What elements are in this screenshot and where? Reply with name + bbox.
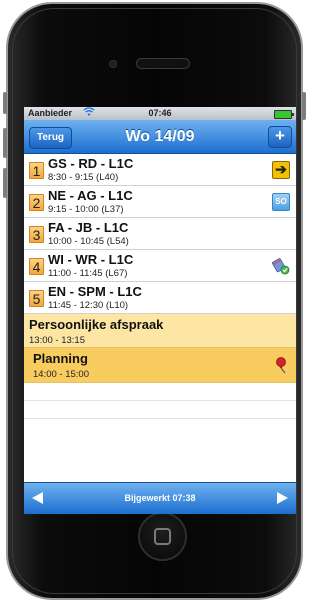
home-square-icon — [154, 528, 171, 545]
next-day-icon[interactable] — [277, 492, 288, 504]
appointment-row[interactable]: Planning 14:00 - 15:00 — [24, 348, 296, 383]
lesson-time: 8:30 - 9:15 (L40) — [48, 172, 119, 183]
lesson-title: GS - RD - L1C — [48, 156, 134, 171]
lesson-row[interactable]: 2 NE - AG - L1C 9:15 - 10:00 (L37) SO — [24, 186, 296, 218]
so-icon: SO — [272, 193, 290, 211]
homework-done-icon — [272, 257, 290, 275]
lesson-row[interactable]: 4 WI - WR - L1C 11:00 - 11:45 (L67) — [24, 250, 296, 282]
lesson-row[interactable]: 3 FA - JB - L1C 10:00 - 10:45 (L54) — [24, 218, 296, 250]
battery-icon — [274, 110, 294, 119]
appointment-time: 13:00 - 13:15 — [29, 335, 85, 346]
power-button — [302, 92, 306, 120]
lesson-time: 11:00 - 11:45 (L67) — [48, 268, 128, 279]
nav-bar: Terug Wo 14/09 + — [24, 120, 296, 154]
appointment-row[interactable]: Persoonlijke afspraak 13:00 - 13:15 — [24, 314, 296, 348]
page-title: Wo 14/09 — [125, 128, 195, 145]
mute-switch — [3, 92, 7, 114]
camera — [109, 60, 117, 68]
lesson-number-badge: 3 — [29, 226, 44, 243]
clock: 07:46 — [148, 108, 172, 118]
bottom-toolbar: Bijgewerkt 07:38 — [24, 482, 296, 514]
lesson-title: EN - SPM - L1C — [48, 284, 142, 299]
lesson-row[interactable]: 1 GS - RD - L1C 8:30 - 9:15 (L40) ➔ — [24, 154, 296, 186]
empty-row — [24, 383, 296, 401]
home-button[interactable] — [138, 512, 187, 561]
pushpin-icon — [272, 356, 290, 374]
arrow-right-icon: ➔ — [272, 161, 290, 179]
app-screen: Aanbieder 07:46 Terug Wo 14/09 + 1 GS - … — [24, 107, 296, 514]
appointment-time: 14:00 - 15:00 — [33, 369, 89, 380]
lesson-title: WI - WR - L1C — [48, 252, 134, 267]
lesson-title: NE - AG - L1C — [48, 188, 133, 203]
appointment-title: Persoonlijke afspraak — [29, 317, 164, 332]
lesson-title: FA - JB - L1C — [48, 220, 129, 235]
schedule-list: 1 GS - RD - L1C 8:30 - 9:15 (L40) ➔ 2 NE… — [24, 154, 296, 419]
volume-up-button — [3, 128, 7, 158]
lesson-time: 9:15 - 10:00 (L37) — [48, 204, 124, 215]
speaker — [136, 58, 190, 69]
lesson-time: 10:00 - 10:45 (L54) — [48, 236, 129, 247]
lesson-number-badge: 4 — [29, 258, 44, 275]
add-button[interactable]: + — [268, 126, 292, 148]
lesson-number-badge: 1 — [29, 162, 44, 179]
lesson-time: 11:45 - 12:30 (L10) — [48, 300, 129, 311]
empty-row — [24, 401, 296, 419]
lesson-number-badge: 2 — [29, 194, 44, 211]
status-bar: Aanbieder 07:46 — [24, 107, 296, 120]
lesson-number-badge: 5 — [29, 290, 44, 307]
lesson-row[interactable]: 5 EN - SPM - L1C 11:45 - 12:30 (L10) — [24, 282, 296, 314]
appointment-title: Planning — [33, 351, 88, 366]
updated-status: Bijgewerkt 07:38 — [124, 493, 196, 503]
volume-down-button — [3, 168, 7, 198]
